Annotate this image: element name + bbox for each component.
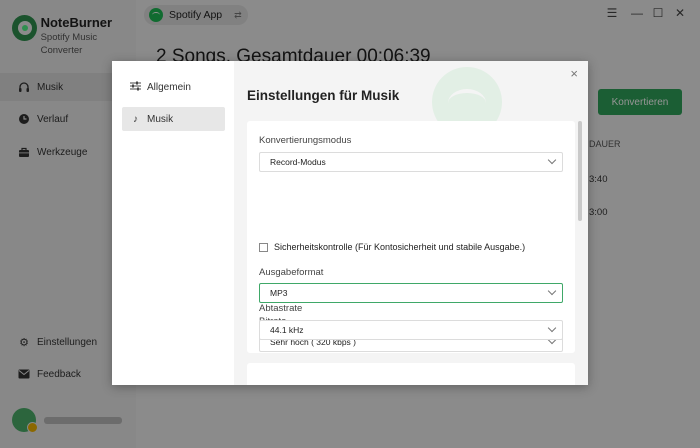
format-value: MP3 <box>270 288 288 298</box>
samplerate-value: 44.1 kHz <box>270 325 304 335</box>
dialog-title: Einstellungen für Musik <box>247 88 400 103</box>
mode-select[interactable]: Record-Modus <box>259 152 563 172</box>
mode-label: Konvertierungsmodus <box>259 135 352 146</box>
chevron-down-icon <box>547 155 557 165</box>
tab-musik[interactable]: ♪ Musik <box>122 107 225 131</box>
safety-label: Sicherheitskontrolle (Für Kontosicherhei… <box>274 242 526 252</box>
format-select[interactable]: MP3 <box>259 283 563 303</box>
format-label: Ausgabeformat <box>259 267 324 278</box>
chevron-down-icon <box>547 286 557 296</box>
samplerate-select[interactable]: 44.1 kHz <box>259 320 563 340</box>
chevron-down-icon <box>547 323 557 333</box>
sliders-icon <box>130 81 141 94</box>
settings-card: Konvertierungsmodus Record-Modus Sicherh… <box>247 121 575 353</box>
safety-control-row[interactable]: Sicherheitskontrolle (Für Kontosicherhei… <box>259 242 525 252</box>
scrollbar[interactable] <box>578 121 582 221</box>
safety-checkbox[interactable] <box>259 242 268 252</box>
music-note-icon: ♪ <box>133 113 138 125</box>
dialog-sidebar: Allgemein ♪ Musik <box>112 61 234 385</box>
settings-card-next <box>247 363 575 385</box>
tab-label: Musik <box>147 113 174 125</box>
close-icon[interactable]: × <box>570 66 578 81</box>
mode-value: Record-Modus <box>270 157 326 167</box>
tab-label: Allgemein <box>147 81 191 93</box>
tab-allgemein[interactable]: Allgemein <box>122 75 225 99</box>
